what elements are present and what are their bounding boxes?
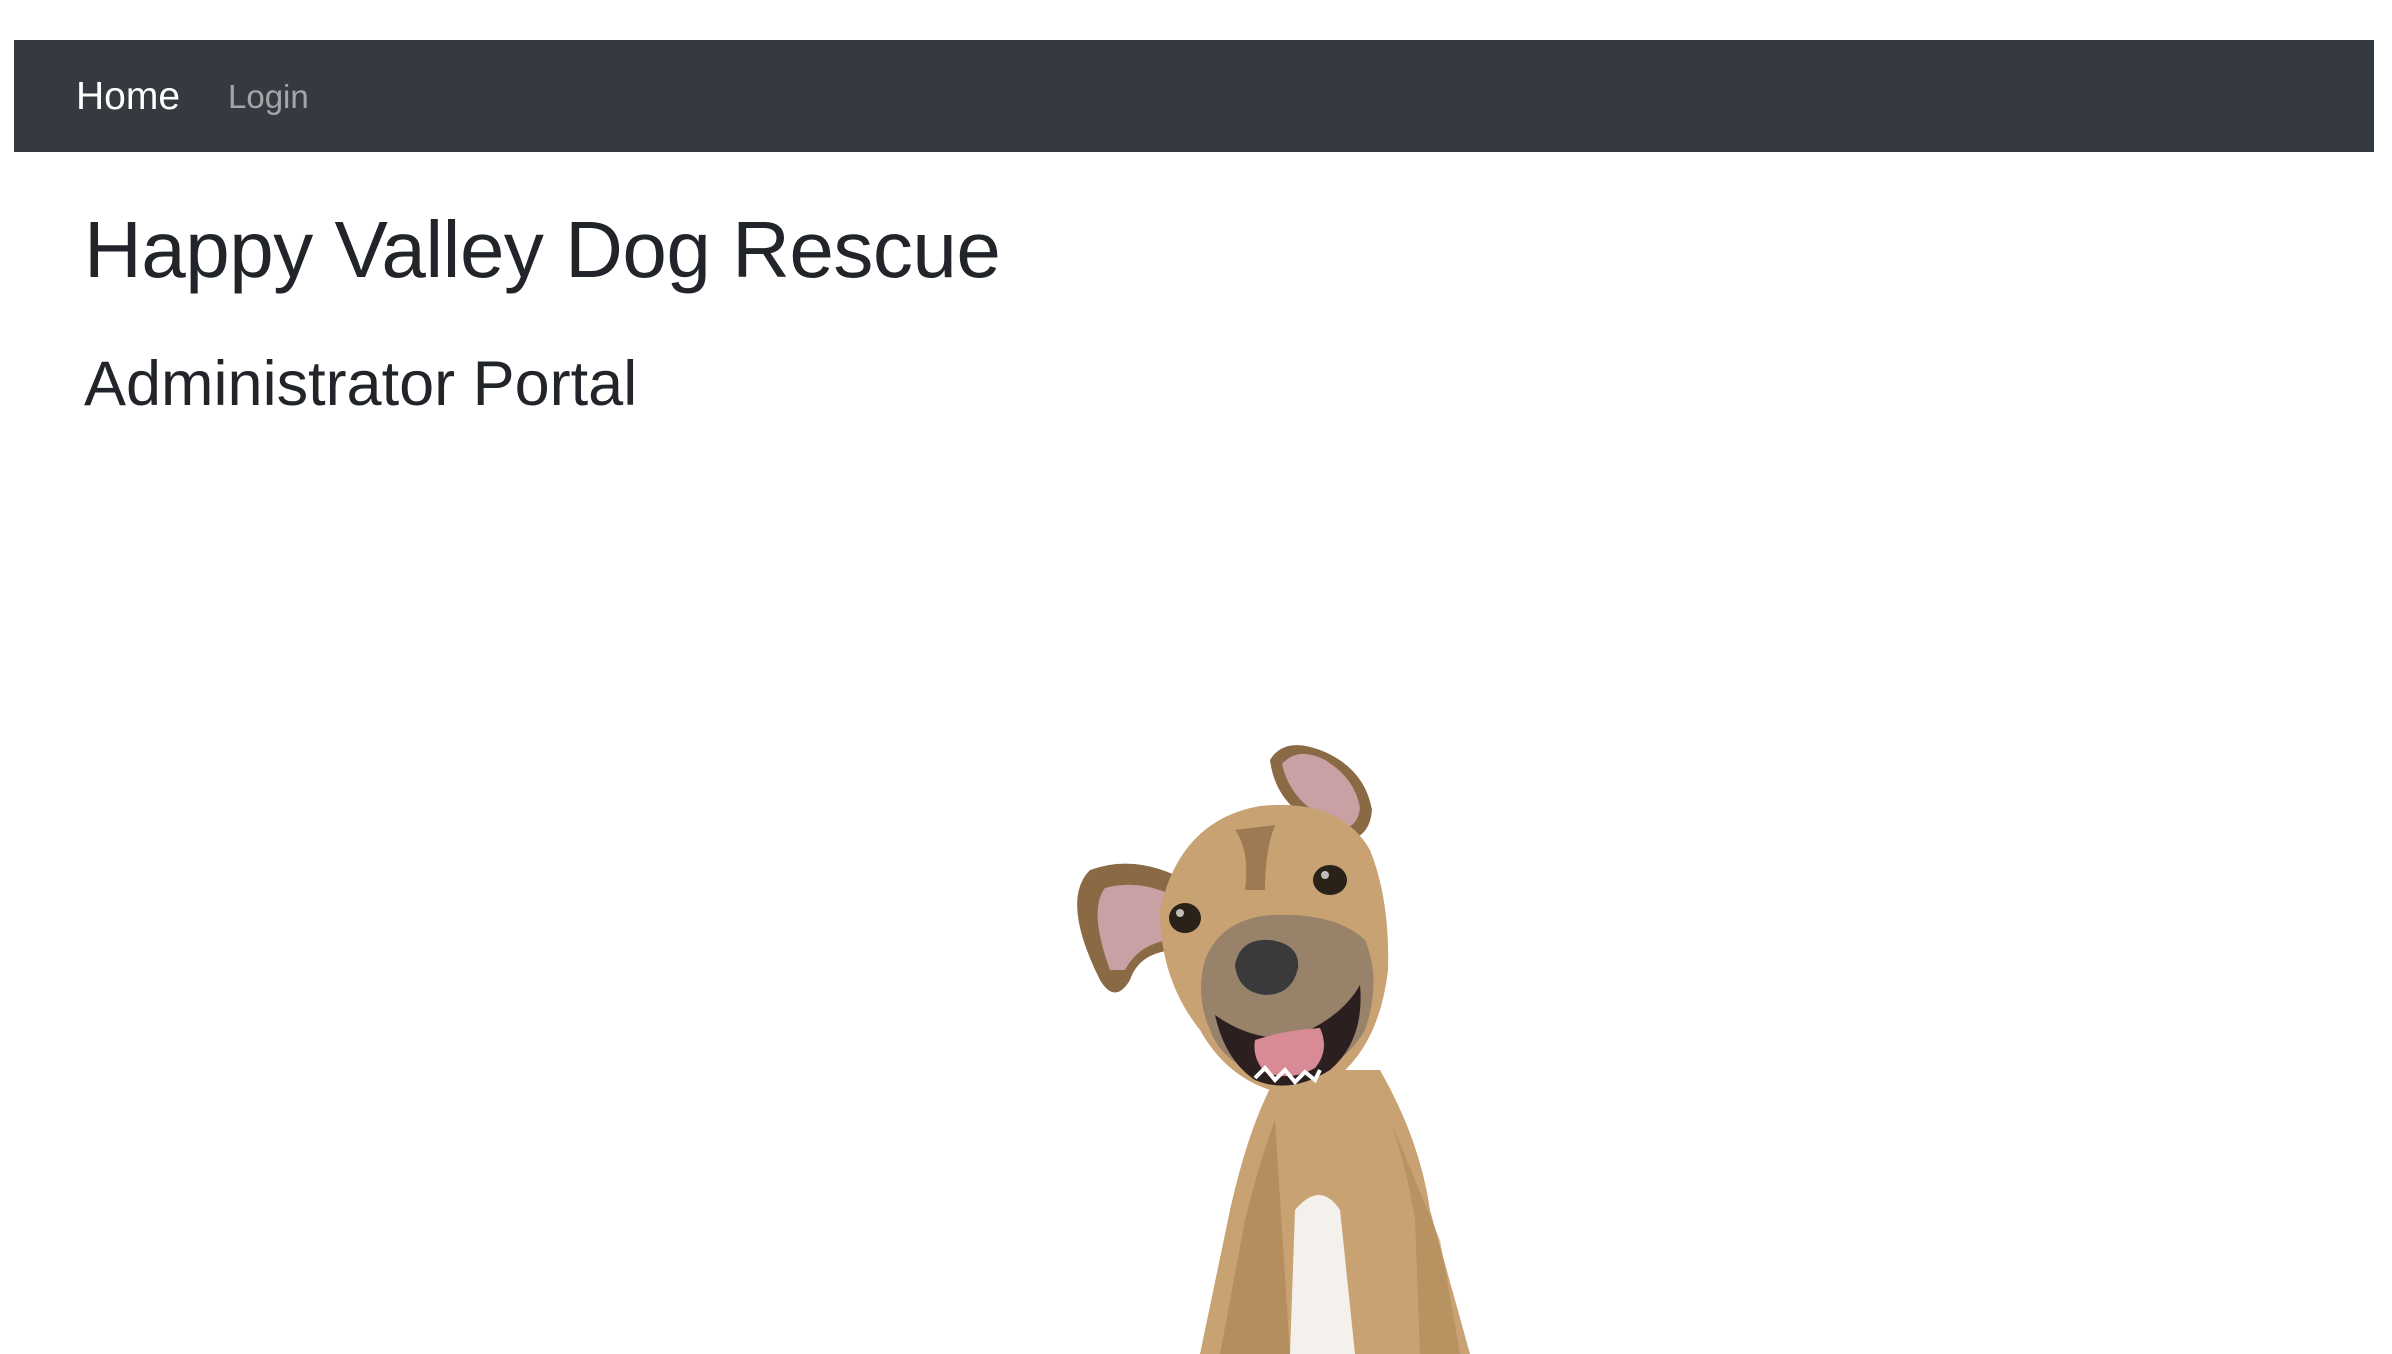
dog-photo [1020,740,1580,1354]
nav-login-link[interactable]: Login [228,76,309,118]
dog-illustration [1077,745,1470,1354]
nav-home-link[interactable]: Home [76,74,180,120]
top-navbar: Home Login [14,40,2374,152]
page-subtitle: Administrator Portal [84,349,638,419]
dog-left-ear-inner [1097,884,1168,970]
dog-left-eye [1169,903,1201,933]
dog-right-eye [1313,865,1347,895]
page-title: Happy Valley Dog Rescue [84,205,1001,294]
